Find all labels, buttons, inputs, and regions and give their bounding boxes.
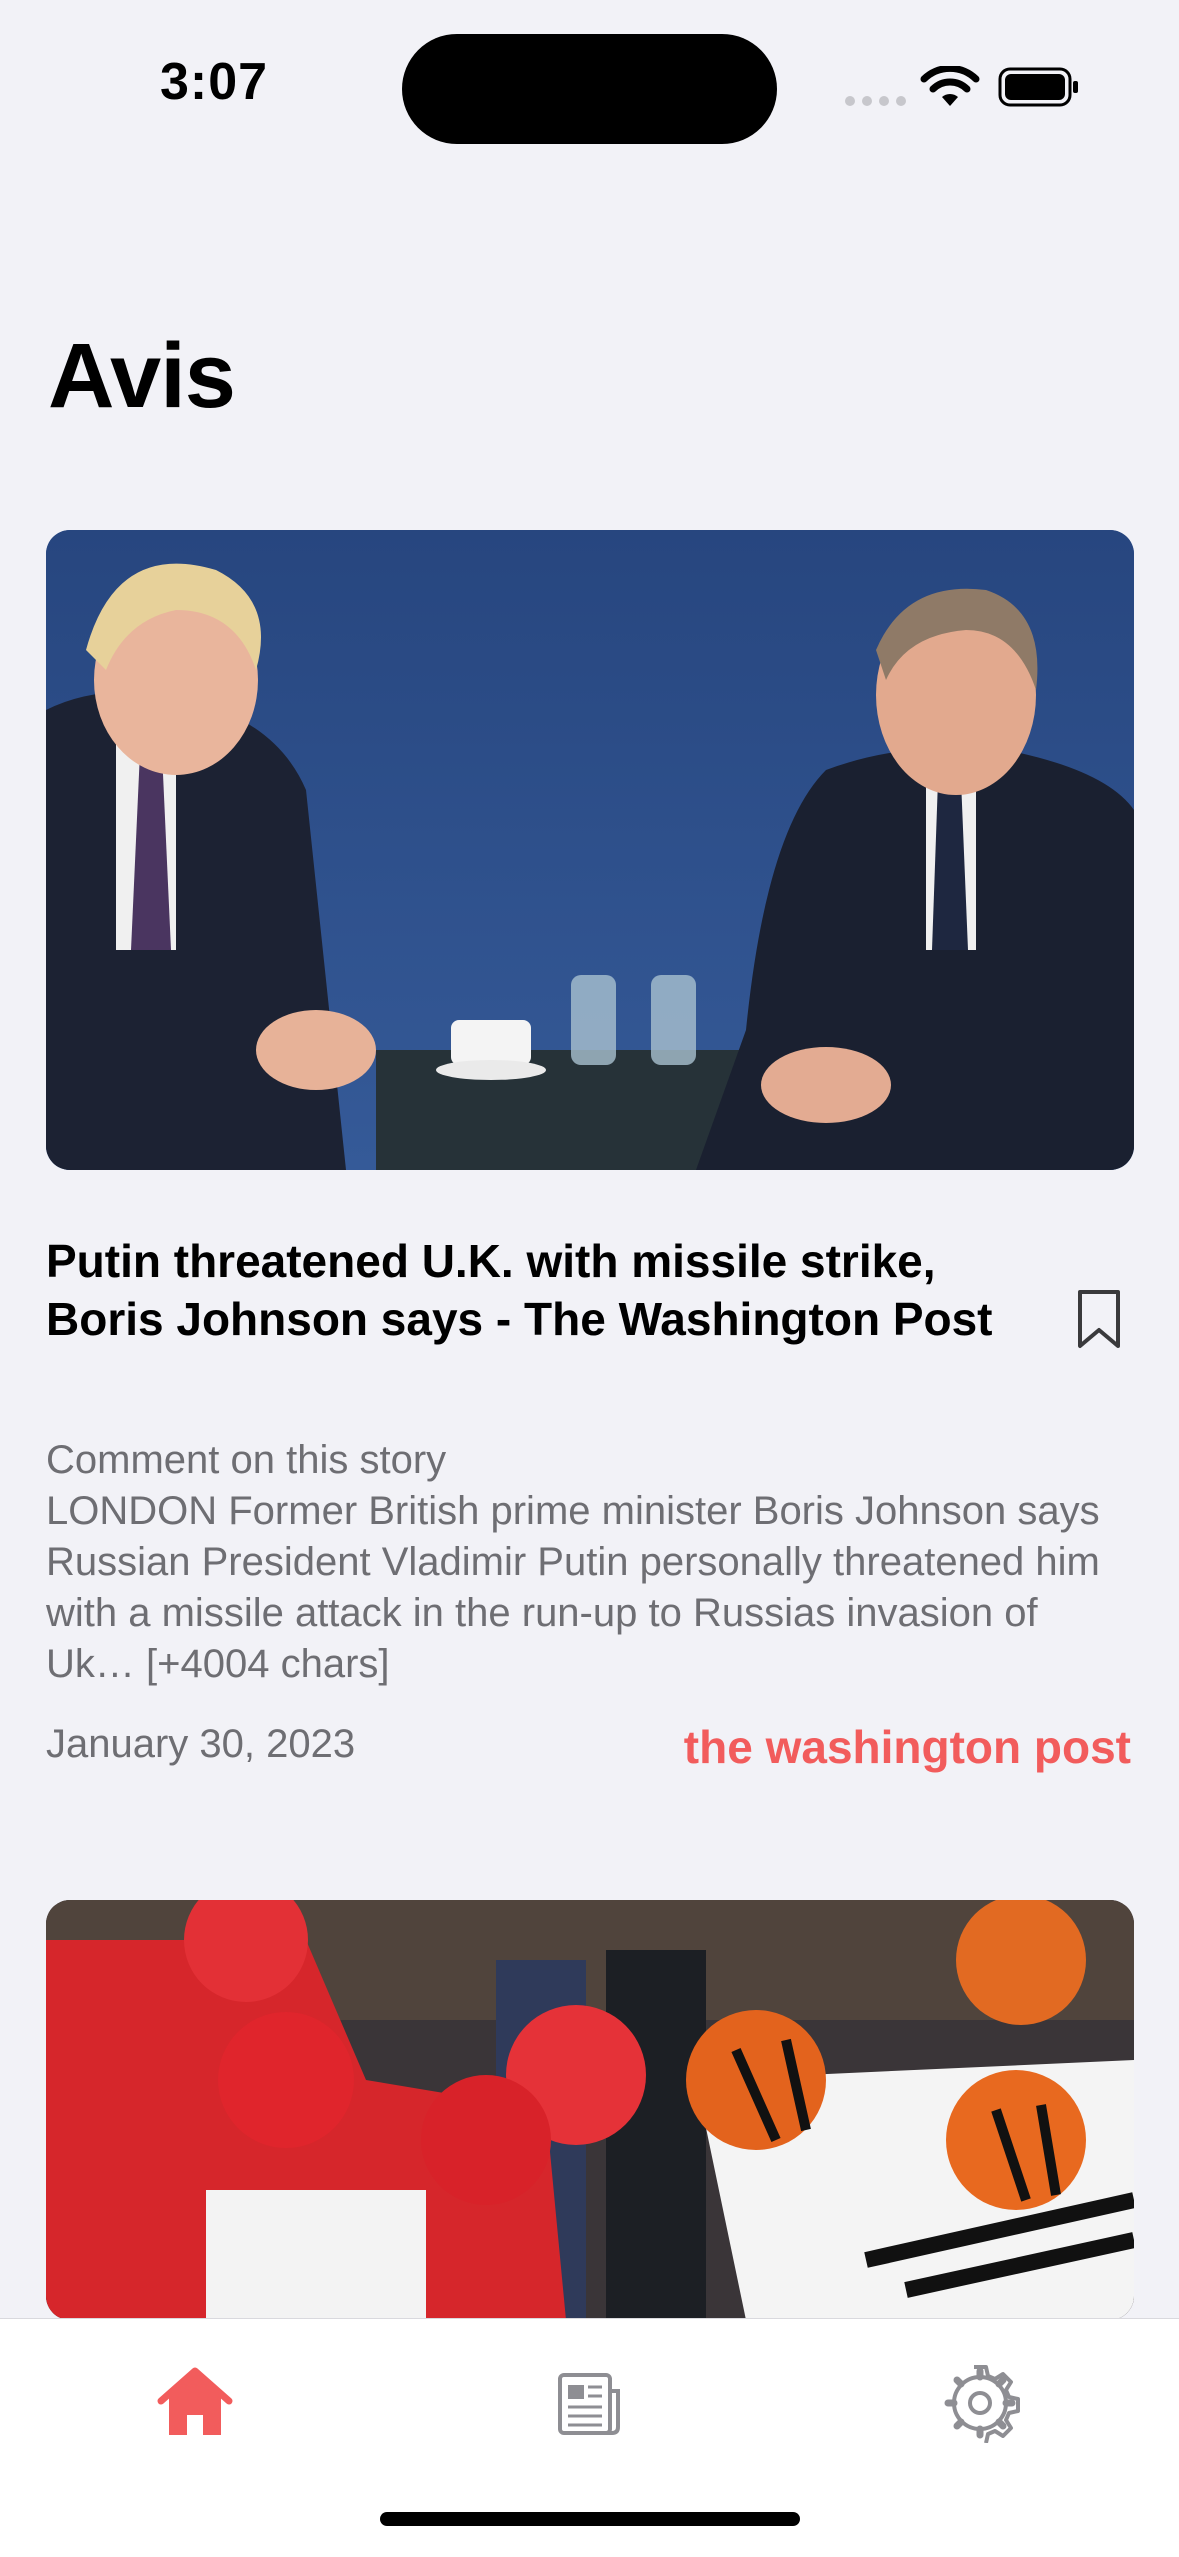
dynamic-island [402,34,777,144]
page-title: Avis [48,325,236,427]
home-indicator[interactable] [380,2512,800,2526]
article-description: Comment on this story LONDON Former Brit… [46,1438,1100,1686]
article-image[interactable] [46,530,1134,1170]
cellular-signal-icon [845,96,906,106]
newspaper-icon[interactable] [548,2363,628,2443]
article-source[interactable]: the washington post [684,1720,1131,1774]
article-title[interactable]: Putin threatened U.K. with missile strik… [46,1232,1006,1348]
home-icon[interactable] [155,2363,235,2443]
article-photo [46,530,1134,1170]
battery-icon [998,67,1078,107]
wifi-icon [920,66,980,106]
article-image[interactable] [46,1900,1134,2320]
status-time: 3:07 [160,53,269,111]
status-bar: 3:07 [0,0,1179,170]
article-date: January 30, 2023 [46,1722,356,1766]
gear-icon[interactable] [940,2363,1020,2443]
article-photo [46,1900,1134,2320]
bookmark-icon[interactable] [1076,1288,1122,1350]
